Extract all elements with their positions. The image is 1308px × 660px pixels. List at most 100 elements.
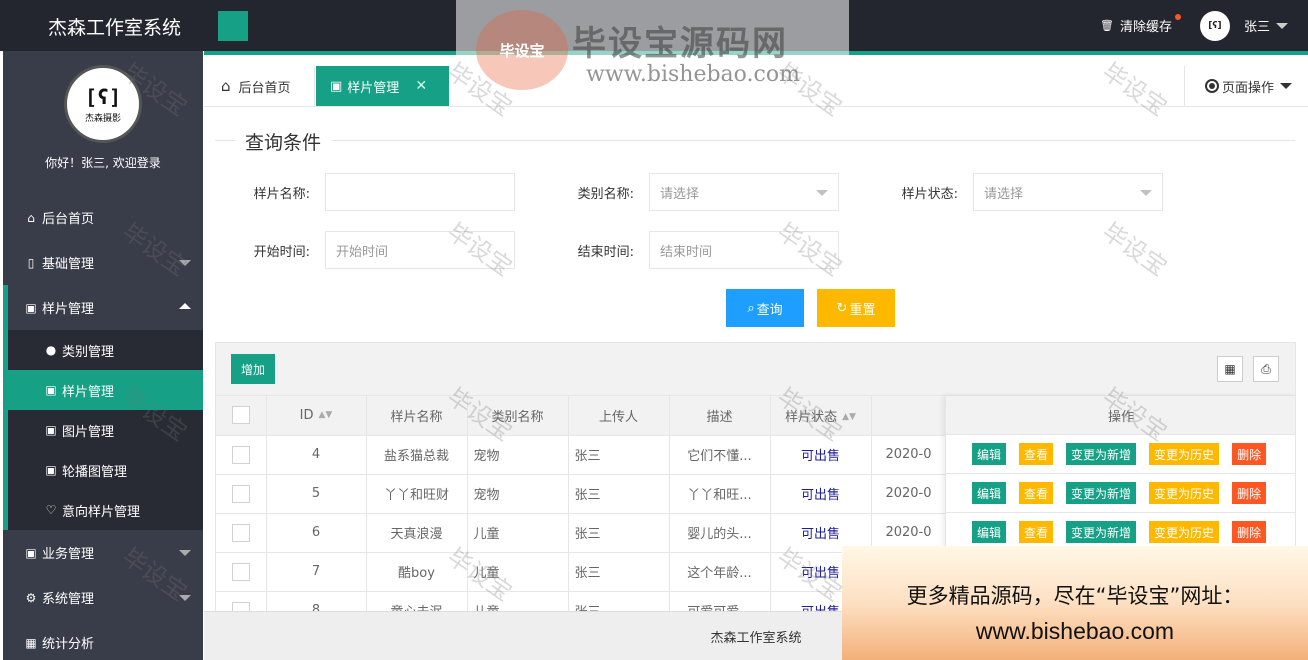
- columns-filter-icon[interactable]: ▦: [1217, 356, 1243, 382]
- sidebar-item-samples[interactable]: ▣ 样片管理: [3, 285, 203, 330]
- sidebar-item-basic[interactable]: ▯ 基础管理: [3, 240, 203, 285]
- cell-name: 盐系猫总裁: [366, 435, 468, 475]
- chevron-down-icon: [179, 260, 191, 266]
- close-icon[interactable]: ✕: [415, 78, 427, 94]
- table-toolbar: 增加 ▦ ⎙: [216, 343, 1295, 396]
- table-header-row: ID ▲▼ 样片名称 类别名称 上传人 描述 样片状态 ▲▼: [216, 396, 947, 436]
- avatar-caption: 杰森摄影: [84, 113, 121, 124]
- cell-id: 4: [266, 435, 367, 475]
- view-button[interactable]: 查看: [1019, 521, 1054, 543]
- add-button[interactable]: 增加: [231, 354, 275, 384]
- reset-button[interactable]: ↻ 重置: [817, 289, 895, 327]
- chevron-down-icon[interactable]: [1276, 22, 1288, 29]
- sidebar-subitem-carousel[interactable]: ▣ 轮播图管理: [8, 450, 203, 490]
- cell-name: 酷boy: [366, 552, 468, 592]
- sidebar-subitem-intended[interactable]: ♡ 意向样片管理: [8, 490, 203, 530]
- row-checkbox[interactable]: [231, 445, 250, 464]
- circle-icon: ●: [45, 343, 57, 357]
- header-checkbox-cell: [216, 396, 267, 436]
- data-table: ID ▲▼ 样片名称 类别名称 上传人 描述 样片状态 ▲▼ 4 盐系猫总裁 宠物 …: [216, 396, 947, 611]
- sidebar-item-home[interactable]: ⌂ 后台首页: [3, 195, 203, 240]
- sidebar-subitem-category[interactable]: ● 类别管理: [8, 330, 203, 370]
- row-checkbox-cell: [216, 513, 267, 553]
- cell-uploader: 张三: [568, 474, 670, 514]
- table-row: 4 盐系猫总裁 宠物 张三 它们不懂... 可出售 2020-0: [216, 435, 947, 475]
- set-history-button[interactable]: 变更为历史: [1149, 521, 1220, 543]
- set-new-button[interactable]: 变更为新增: [1066, 482, 1137, 504]
- tab-label: 后台首页: [238, 80, 291, 96]
- set-new-button[interactable]: 变更为新增: [1066, 443, 1137, 465]
- user-name-menu[interactable]: 张三: [1244, 16, 1270, 35]
- set-new-button[interactable]: 变更为新增: [1066, 521, 1137, 543]
- delete-button[interactable]: 删除: [1232, 443, 1267, 465]
- watermark-tile: 毕设宝: [1097, 217, 1173, 282]
- user-avatar[interactable]: [ʕ]: [1199, 10, 1230, 41]
- edit-button[interactable]: 编辑: [972, 482, 1007, 504]
- status-label: 样片状态:: [901, 187, 958, 202]
- delete-button[interactable]: 删除: [1232, 482, 1267, 504]
- cell-id: 8: [266, 591, 367, 611]
- notification-dot: [1174, 14, 1181, 20]
- sidebar-item-stats[interactable]: ▦ 统计分析: [3, 620, 203, 660]
- query-fieldset: 查询条件: [215, 128, 1295, 155]
- page-operations-menu[interactable]: 页面操作: [1184, 66, 1308, 106]
- view-button[interactable]: 查看: [1019, 482, 1054, 504]
- edit-button[interactable]: 编辑: [972, 443, 1007, 465]
- divider: [215, 140, 1295, 141]
- search-button[interactable]: ⌕ 查询: [726, 289, 804, 327]
- row-checkbox[interactable]: [231, 484, 250, 503]
- delete-button[interactable]: 删除: [1232, 521, 1267, 543]
- file-icon: ▯: [27, 255, 35, 270]
- row-checkbox[interactable]: [231, 523, 250, 542]
- cell-id: 7: [266, 552, 367, 592]
- edit-button[interactable]: 编辑: [972, 521, 1007, 543]
- ops-row: 编辑 查看 变更为新增 变更为历史 删除: [946, 435, 1295, 474]
- set-history-button[interactable]: 变更为历史: [1149, 443, 1220, 465]
- home-icon: ⌂: [27, 210, 35, 225]
- column-header-date: [871, 396, 947, 436]
- promo-banner: 更多精品源码，尽在“毕设宝”网址： www.bishebao.com: [842, 546, 1308, 660]
- sidebar-subitem-label: 样片管理: [62, 384, 115, 400]
- end-time-label: 结束时间:: [577, 245, 634, 260]
- column-header-ops: 操作: [946, 396, 1295, 435]
- sidebar-item-label: 业务管理: [42, 547, 95, 562]
- column-header-id[interactable]: ID ▲▼: [266, 396, 367, 436]
- gear-icon: ⚙: [25, 590, 37, 605]
- avatar: [ʕ] 杰森摄影: [64, 65, 142, 143]
- select-all-checkbox[interactable]: [231, 406, 250, 425]
- category-select[interactable]: 请选择: [649, 173, 839, 211]
- sidebar-toggle-button[interactable]: [218, 11, 248, 41]
- view-button[interactable]: 查看: [1019, 443, 1054, 465]
- cell-name: 童心未泯: [366, 591, 468, 611]
- tab-samples[interactable]: ▣ 样片管理 ✕: [316, 66, 449, 106]
- chevron-down-icon: [179, 550, 191, 556]
- sidebar-subitem-samples[interactable]: ▣ 样片管理: [3, 370, 203, 410]
- status-select[interactable]: 请选择: [973, 173, 1163, 211]
- clear-cache-button[interactable]: 🗑 清除缓存: [1100, 14, 1181, 35]
- sidebar-user-box: [ʕ] 杰森摄影 你好！张三, 欢迎登录: [3, 65, 203, 195]
- cell-uploader: 张三: [568, 552, 670, 592]
- print-icon[interactable]: ⎙: [1253, 356, 1279, 382]
- sample-name-input[interactable]: [325, 173, 515, 211]
- cell-id: 6: [266, 513, 367, 553]
- sidebar-subitem-images[interactable]: ▣ 图片管理: [8, 410, 203, 450]
- sort-icon[interactable]: ▲▼: [842, 412, 856, 422]
- cell-uploader: 张三: [568, 513, 670, 553]
- row-checkbox[interactable]: [231, 562, 250, 581]
- set-history-button[interactable]: 变更为历史: [1149, 482, 1220, 504]
- row-checkbox-cell: [216, 552, 267, 592]
- watermark-url: www.bishebao.com: [586, 62, 800, 87]
- tab-home[interactable]: ⌂ 后台首页: [207, 66, 315, 106]
- sidebar-item-system[interactable]: ⚙ 系统管理: [3, 575, 203, 620]
- search-icon: ⌕: [747, 300, 755, 316]
- category-placeholder: 请选择: [660, 186, 700, 202]
- column-header-status[interactable]: 样片状态 ▲▼: [770, 396, 872, 436]
- sort-icon[interactable]: ▲▼: [319, 410, 333, 420]
- start-time-input[interactable]: 开始时间: [325, 231, 515, 269]
- cell-category: 宠物: [467, 474, 569, 514]
- home-icon: ⌂: [221, 77, 231, 95]
- welcome-text: 你好！张三, 欢迎登录: [45, 156, 161, 170]
- end-time-input[interactable]: 结束时间: [649, 231, 839, 269]
- cell-category: 儿童: [467, 513, 569, 553]
- sidebar-item-business[interactable]: ▣ 业务管理: [3, 530, 203, 575]
